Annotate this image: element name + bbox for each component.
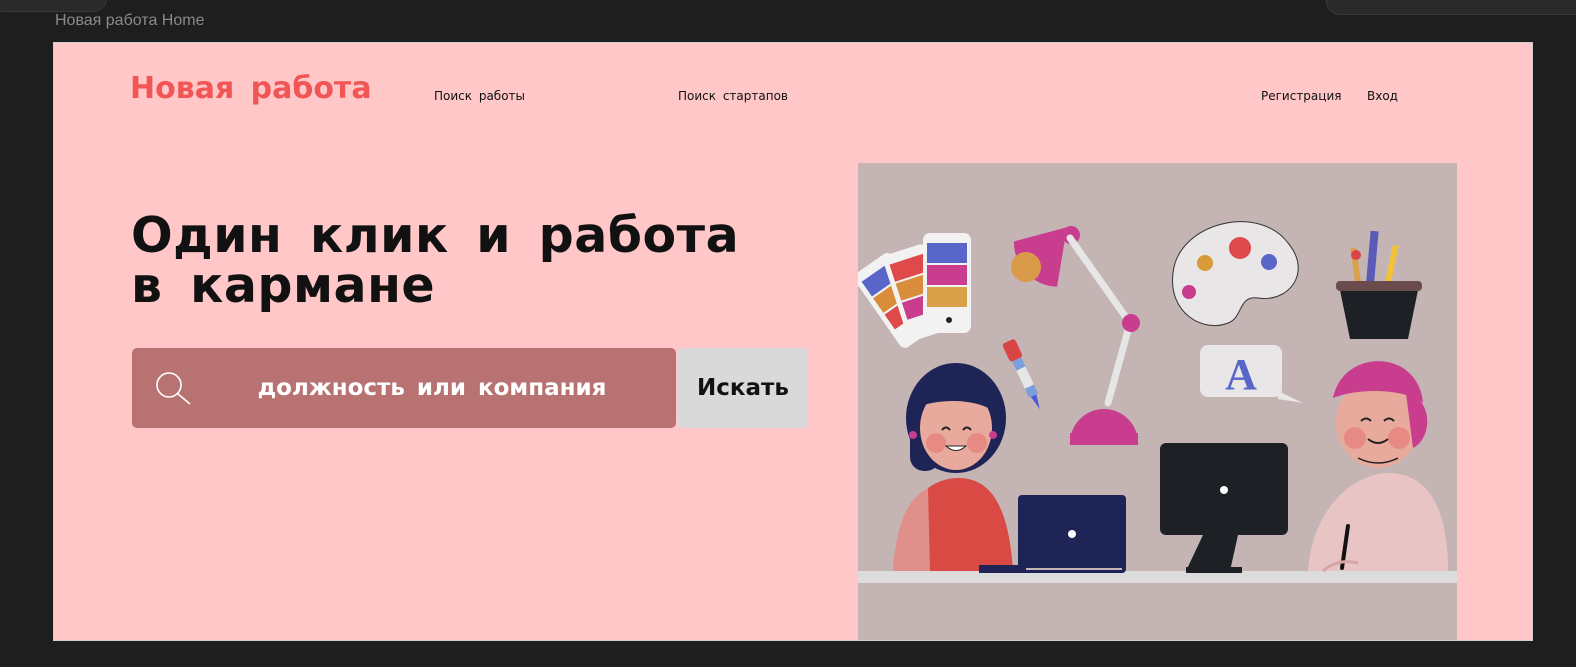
desk: [858, 571, 1457, 583]
hero-headline-line-1: Один клик и работа: [131, 207, 740, 264]
search-icon: [154, 371, 192, 407]
hero-headline: Один клик и работа в кармане: [131, 211, 739, 311]
nav-link-job-search[interactable]: Поиск работы: [434, 89, 525, 103]
editor-tab-left: [0, 0, 107, 12]
nav-link-register[interactable]: Регистрация: [1261, 89, 1341, 103]
nav-link-login[interactable]: Вход: [1367, 89, 1398, 103]
frame-label[interactable]: Новая работа Home: [55, 12, 204, 30]
letter-card-text: A: [1225, 350, 1257, 399]
editor-tab-right: [1326, 0, 1576, 15]
hero-headline-line-2: в кармане: [131, 257, 436, 314]
page-frame: Новая работа Поиск работы Поиск стартапо…: [53, 42, 1533, 641]
search-bar[interactable]: [132, 348, 676, 428]
search-input[interactable]: [212, 348, 652, 428]
search-button[interactable]: Искать: [678, 348, 808, 428]
nav-link-startup-search[interactable]: Поиск стартапов: [678, 89, 788, 103]
logo[interactable]: Новая работа: [130, 71, 372, 106]
hero-illustration: A: [858, 163, 1457, 640]
